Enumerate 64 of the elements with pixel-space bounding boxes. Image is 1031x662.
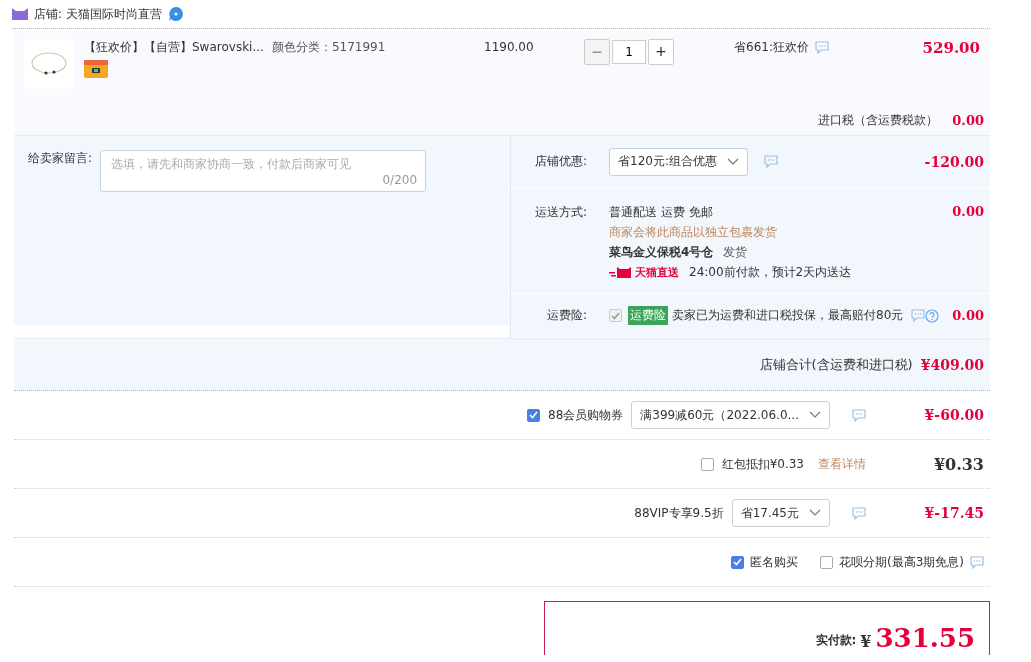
insurance-label: 运费险: — [545, 307, 587, 324]
insurance-text: 卖家已为运费和进口税投保，最高赔付80元 — [672, 307, 904, 324]
caret-icon — [809, 411, 821, 419]
checkbox[interactable] — [731, 555, 744, 569]
delivery-service-text: 天猫直送 — [635, 265, 679, 281]
vip-select[interactable]: 省17.45元 — [731, 499, 830, 527]
delivery-eta: 24:00前付款，预计2天内送达 — [689, 264, 852, 281]
shop-name[interactable]: 店铺: 天猫国际时尚直营 — [34, 5, 162, 23]
import-tax-value: 0.00 — [952, 112, 984, 128]
voucher-deduction-value: ¥0.33 — [933, 454, 984, 474]
payment-amount: 331.55 — [875, 623, 975, 653]
product-photo[interactable] — [24, 39, 74, 89]
chat-icon[interactable] — [911, 309, 926, 322]
insurance-tag: 运费险 — [628, 306, 668, 325]
coupon-label: 88会员购物券 — [548, 406, 624, 424]
chat-icon[interactable] — [852, 506, 866, 520]
discount-label: 店铺优惠: — [533, 153, 587, 170]
discount-value: -120.00 — [924, 153, 984, 170]
warehouse-name: 菜鸟金义保税4号仓 — [609, 244, 714, 261]
shipping-label: 运送方式: — [533, 204, 587, 221]
check-icon — [529, 411, 538, 419]
discount-select[interactable]: 省120元:组合优惠 — [609, 147, 748, 176]
shop-icon — [12, 8, 28, 20]
voucher-deduction-label: 红包抵扣¥0.33 — [721, 455, 804, 473]
check-icon — [733, 558, 742, 566]
payment-label: 实付款: — [815, 632, 857, 649]
product-sku: 颜色分类：5171991 — [271, 39, 386, 56]
chat-icon[interactable] — [763, 155, 778, 168]
dispatch-label: 发货 — [723, 244, 748, 261]
character-counter: 0/200 — [382, 173, 418, 187]
vip-label: 88VIP专享9.5折 — [634, 504, 724, 522]
shop-total-label: 店铺合计(含运费和进口税) — [759, 356, 913, 373]
chat-icon[interactable] — [852, 408, 866, 422]
quantity-field[interactable]: 1 — [612, 40, 646, 64]
help-icon[interactable] — [925, 308, 940, 323]
caret-icon — [809, 509, 821, 517]
item-subtotal: 529.00 — [922, 39, 980, 57]
chat-icon[interactable] — [814, 41, 829, 54]
parcel-note: 商家会将此商品以独立包裹发货 — [609, 224, 778, 241]
product-title[interactable]: 【狂欢价】【自营】Swarovski... — [84, 39, 264, 56]
import-tax-label: 进口税（含运费税款） — [818, 111, 939, 129]
coupon-value: ¥-60.00 — [924, 407, 984, 423]
unit-price: 1190.00 — [484, 39, 534, 56]
message-label: 给卖家留言: — [28, 150, 93, 167]
caret-icon — [726, 157, 739, 166]
insurance-value: 0.00 — [952, 308, 984, 323]
chat-bubble-icon[interactable] — [167, 6, 184, 22]
check-icon — [611, 311, 620, 320]
increase-button[interactable]: + — [648, 39, 674, 65]
checkbox[interactable] — [527, 408, 540, 422]
shipping-method: 普通配送 运费 免邮 — [609, 204, 714, 221]
checkbox[interactable] — [700, 457, 714, 471]
shop-total-value: ¥409.00 — [920, 356, 984, 373]
card-icon — [84, 60, 108, 78]
coupon-select[interactable]: 满399减60元（2022.06.0... — [631, 401, 830, 429]
tmall-cat-icon — [609, 267, 633, 278]
chat-icon[interactable] — [970, 555, 984, 569]
promo-label: 省661:狂欢价 — [734, 39, 809, 56]
option-label: 匿名购买 — [750, 553, 798, 571]
checkbox[interactable] — [820, 555, 833, 569]
vip-value: ¥-17.45 — [924, 505, 984, 521]
shipping-value: 0.00 — [952, 204, 984, 219]
currency-sign: ¥ — [860, 632, 872, 651]
option-label: 花呗分期(最高3期免息) — [839, 553, 964, 571]
